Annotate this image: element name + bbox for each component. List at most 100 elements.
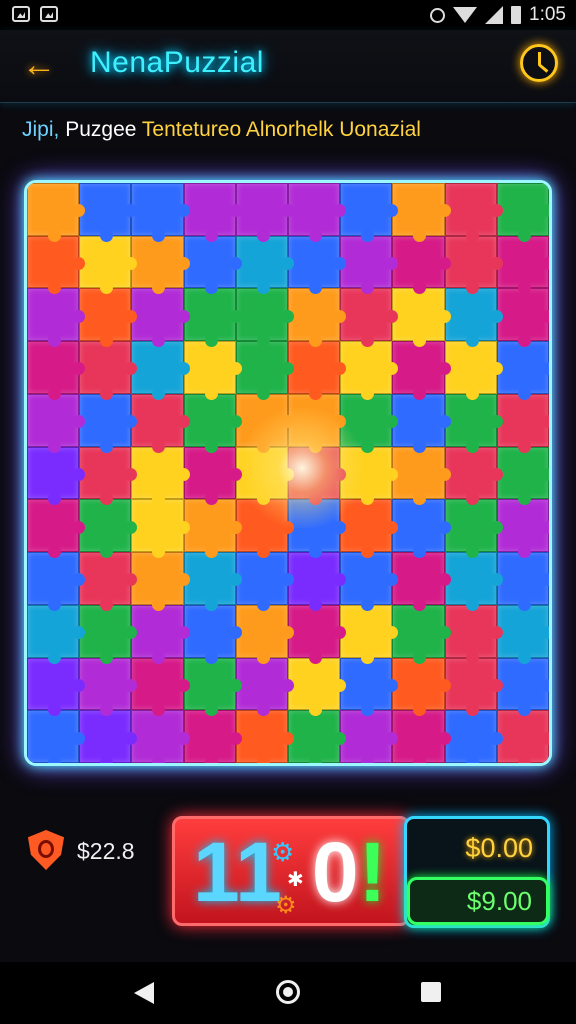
puzzle-piece[interactable] (496, 183, 549, 242)
puzzle-piece[interactable] (27, 393, 86, 453)
puzzle-piece[interactable] (392, 183, 451, 242)
puzzle-piece[interactable] (496, 552, 549, 611)
puzzle-piece[interactable] (183, 499, 243, 558)
puzzle-piece[interactable] (131, 499, 190, 558)
puzzle-piece[interactable] (444, 552, 504, 611)
puzzle-piece[interactable] (131, 235, 190, 295)
puzzle-piece[interactable] (235, 393, 295, 453)
puzzle-piece[interactable] (27, 657, 86, 716)
puzzle-piece[interactable] (183, 446, 243, 506)
puzzle-piece[interactable] (131, 657, 190, 716)
puzzle-piece[interactable] (444, 235, 504, 295)
puzzle-piece[interactable] (183, 710, 243, 763)
puzzle-piece[interactable] (27, 710, 86, 763)
puzzle-piece[interactable] (444, 183, 504, 242)
puzzle-piece[interactable] (496, 393, 549, 453)
puzzle-piece[interactable] (235, 288, 295, 347)
puzzle-piece[interactable] (235, 446, 295, 506)
puzzle-piece[interactable] (340, 499, 399, 558)
puzzle-piece[interactable] (496, 288, 549, 347)
puzzle-piece[interactable] (183, 393, 243, 453)
puzzle-piece[interactable] (27, 446, 86, 506)
puzzle-piece[interactable] (288, 552, 347, 611)
puzzle-piece[interactable] (392, 235, 451, 295)
puzzle-piece[interactable] (444, 288, 504, 347)
puzzle-piece[interactable] (288, 657, 347, 716)
puzzle-grid[interactable] (27, 183, 549, 763)
puzzle-piece[interactable] (131, 341, 190, 400)
puzzle-piece[interactable] (183, 235, 243, 295)
puzzle-piece[interactable] (27, 183, 86, 242)
puzzle-piece[interactable] (288, 446, 347, 506)
puzzle-piece[interactable] (183, 604, 243, 664)
puzzle-piece[interactable] (79, 499, 138, 558)
puzzle-piece[interactable] (496, 446, 549, 506)
puzzle-piece[interactable] (288, 183, 347, 242)
puzzle-piece[interactable] (392, 446, 451, 506)
puzzle-piece[interactable] (496, 710, 549, 763)
puzzle-piece[interactable] (340, 657, 399, 716)
nav-back-icon[interactable] (134, 982, 154, 1004)
nav-home-icon[interactable] (276, 980, 300, 1004)
puzzle-piece[interactable] (131, 183, 190, 242)
puzzle-piece[interactable] (496, 235, 549, 295)
puzzle-piece[interactable] (235, 552, 295, 611)
puzzle-piece[interactable] (79, 657, 138, 716)
puzzle-piece[interactable] (79, 604, 138, 664)
puzzle-piece[interactable] (79, 235, 138, 295)
puzzle-piece[interactable] (496, 499, 549, 558)
puzzle-piece[interactable] (444, 393, 504, 453)
puzzle-piece[interactable] (131, 710, 190, 763)
puzzle-piece[interactable] (235, 604, 295, 664)
puzzle-piece[interactable] (235, 183, 295, 242)
puzzle-piece[interactable] (131, 604, 190, 664)
puzzle-piece[interactable] (183, 341, 243, 400)
puzzle-piece[interactable] (496, 341, 549, 400)
puzzle-piece[interactable] (183, 288, 243, 347)
puzzle-piece[interactable] (392, 604, 451, 664)
puzzle-piece[interactable] (392, 657, 451, 716)
puzzle-piece[interactable] (288, 341, 347, 400)
puzzle-piece[interactable] (235, 499, 295, 558)
puzzle-piece[interactable] (183, 183, 243, 242)
puzzle-piece[interactable] (340, 604, 399, 664)
clock-icon[interactable] (520, 44, 558, 82)
puzzle-board[interactable] (24, 180, 552, 766)
puzzle-piece[interactable] (340, 235, 399, 295)
puzzle-piece[interactable] (340, 183, 399, 242)
puzzle-piece[interactable] (79, 341, 138, 400)
puzzle-piece[interactable] (79, 710, 138, 763)
puzzle-piece[interactable] (340, 710, 399, 763)
puzzle-piece[interactable] (392, 499, 451, 558)
puzzle-piece[interactable] (131, 393, 190, 453)
puzzle-piece[interactable] (444, 341, 504, 400)
puzzle-piece[interactable] (496, 604, 549, 664)
puzzle-piece[interactable] (340, 393, 399, 453)
puzzle-piece[interactable] (79, 183, 138, 242)
puzzle-piece[interactable] (444, 446, 504, 506)
nav-recent-icon[interactable] (421, 982, 441, 1002)
puzzle-piece[interactable] (131, 552, 190, 611)
puzzle-piece[interactable] (183, 657, 243, 716)
puzzle-piece[interactable] (288, 393, 347, 453)
puzzle-piece[interactable] (235, 341, 295, 400)
puzzle-piece[interactable] (392, 393, 451, 453)
puzzle-piece[interactable] (131, 446, 190, 506)
puzzle-piece[interactable] (235, 235, 295, 295)
puzzle-piece[interactable] (79, 288, 138, 347)
puzzle-piece[interactable] (444, 604, 504, 664)
puzzle-piece[interactable] (235, 657, 295, 716)
back-arrow-icon[interactable]: ← (22, 48, 58, 84)
puzzle-piece[interactable] (288, 604, 347, 664)
puzzle-piece[interactable] (27, 499, 86, 558)
puzzle-piece[interactable] (444, 499, 504, 558)
puzzle-piece[interactable] (183, 552, 243, 611)
money-bottom-button[interactable]: $9.00 (407, 877, 549, 925)
puzzle-piece[interactable] (288, 235, 347, 295)
puzzle-piece[interactable] (392, 288, 451, 347)
puzzle-piece[interactable] (235, 710, 295, 763)
puzzle-piece[interactable] (27, 341, 86, 400)
puzzle-piece[interactable] (131, 288, 190, 347)
puzzle-piece[interactable] (392, 341, 451, 400)
puzzle-piece[interactable] (444, 710, 504, 763)
